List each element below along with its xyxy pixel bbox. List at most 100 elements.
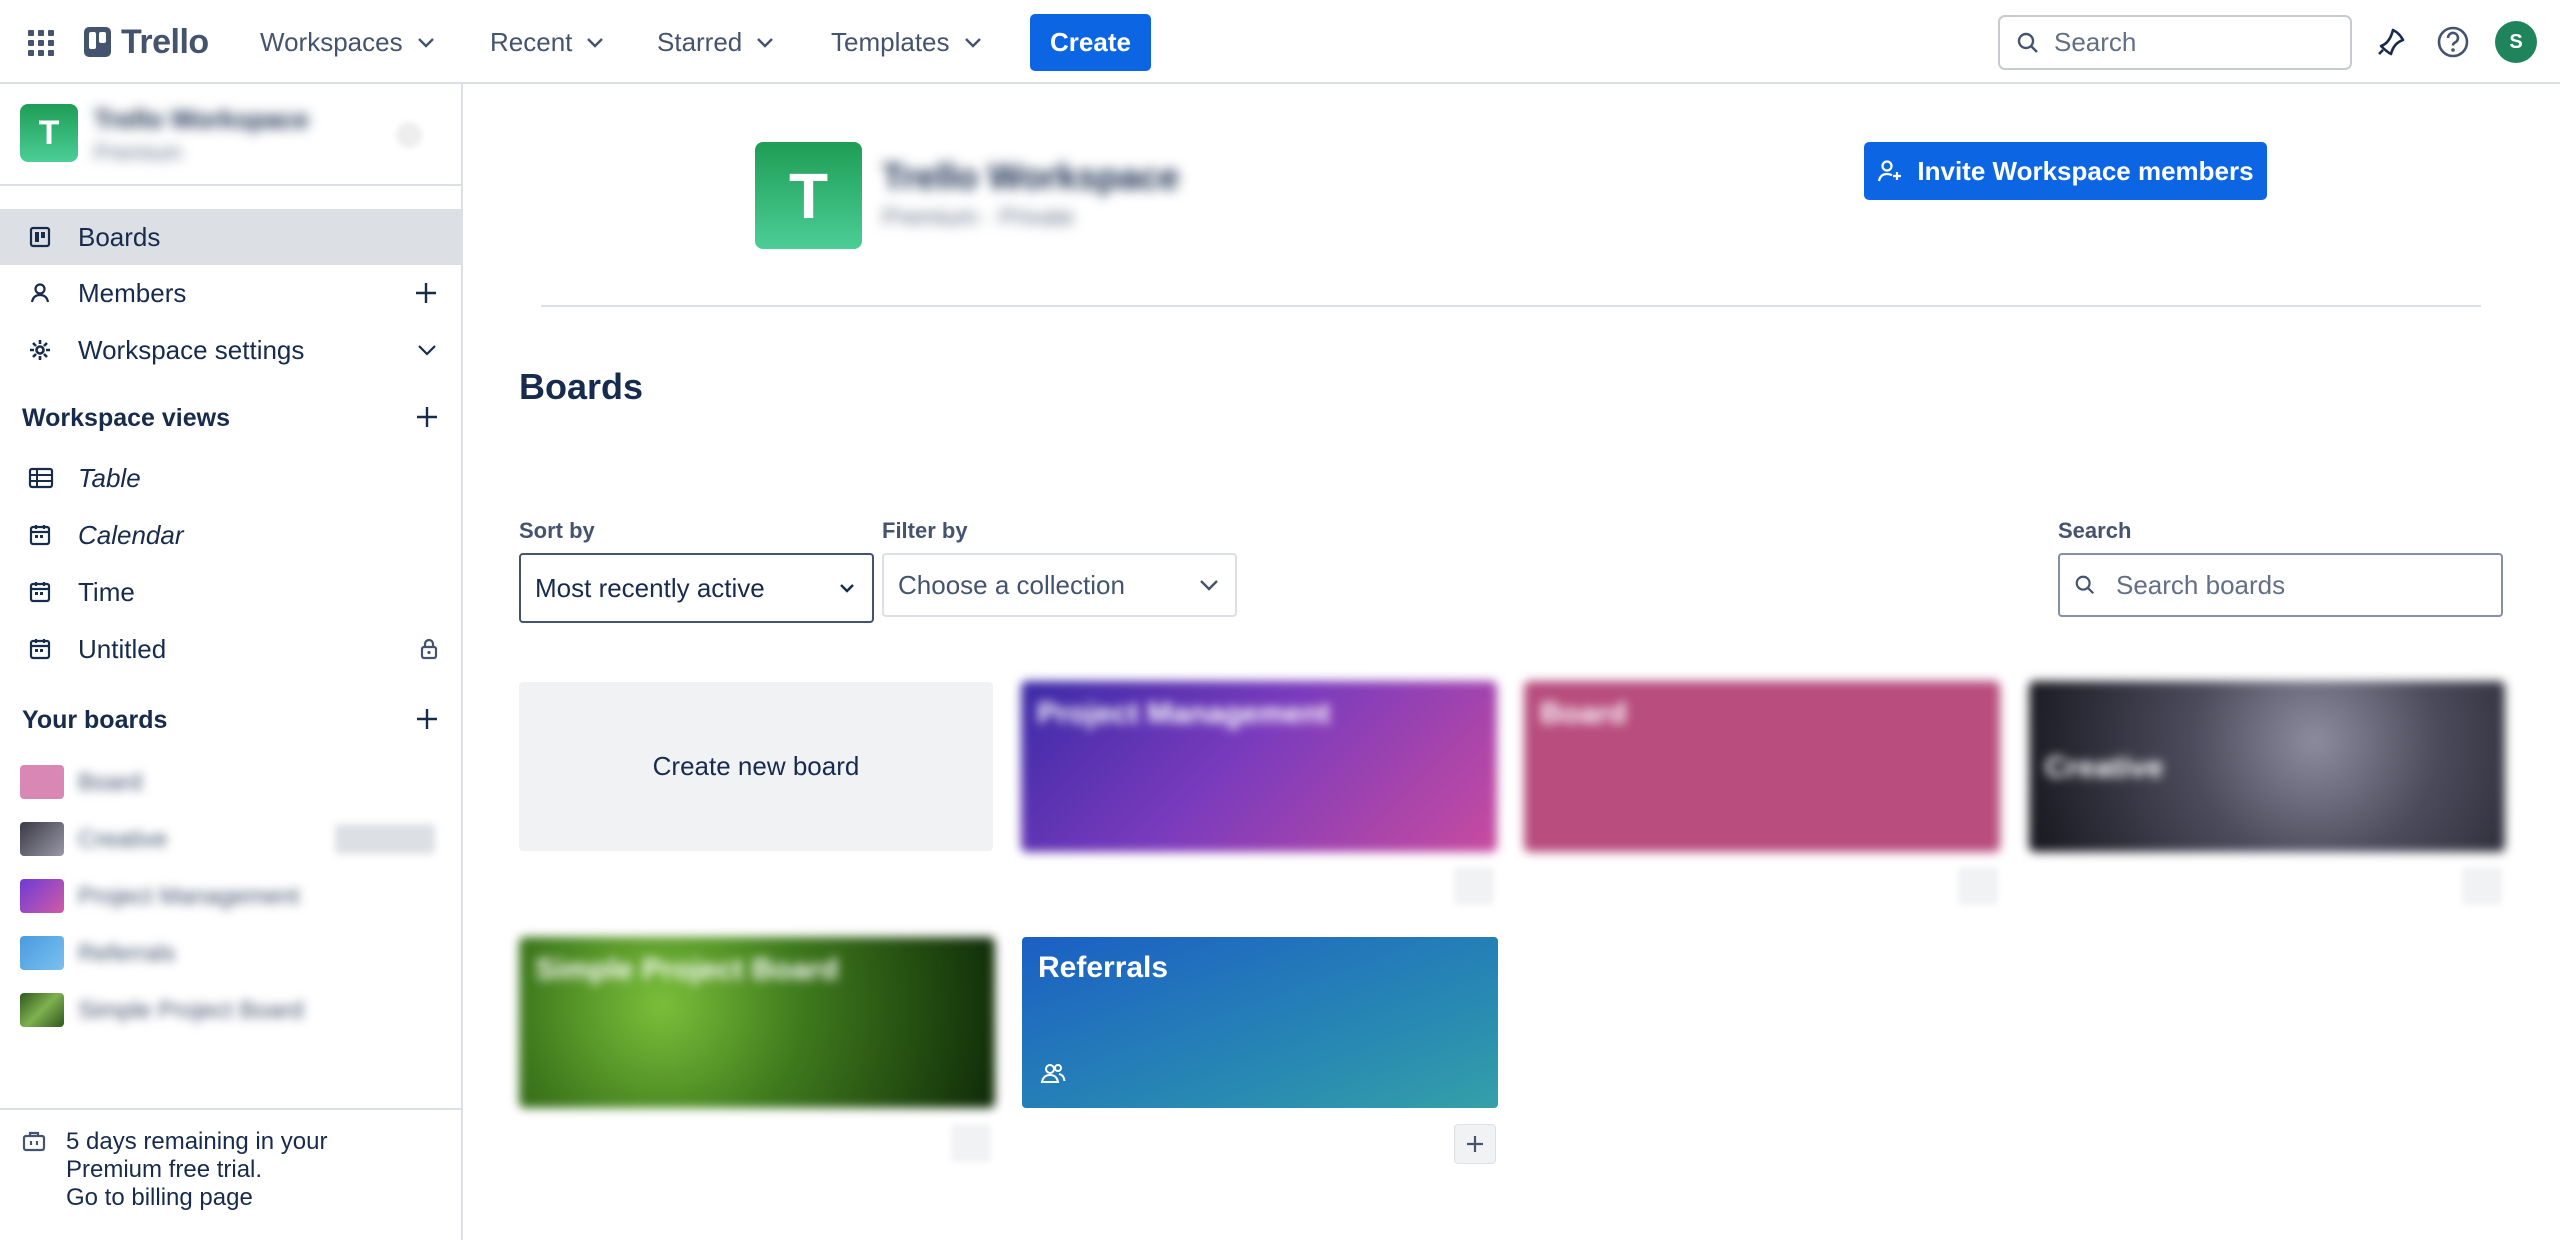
board-thumbnail <box>20 936 64 970</box>
board-card[interactable]: Board <box>1524 681 2000 852</box>
trello-logo[interactable]: Trello <box>84 22 209 61</box>
workspace-avatar-large: T <box>755 142 862 249</box>
search-icon <box>2075 575 2095 595</box>
sidebar-item-label: Table <box>78 462 141 493</box>
help-icon[interactable] <box>2435 24 2471 60</box>
workspace-title[interactable]: Trello Workspace <box>882 156 1179 198</box>
invite-members-button[interactable]: Invite Workspace members <box>1864 142 2267 200</box>
sidebar-item-label: Members <box>78 277 187 308</box>
sort-select[interactable]: Most recently active <box>519 553 874 623</box>
chevron-down-icon <box>587 38 604 48</box>
sidebar-board-label: Project Management <box>78 883 300 910</box>
trial-text-line1: 5 days remaining in your <box>66 1128 328 1155</box>
board-card-title: Simple Project Board <box>535 953 839 986</box>
add-to-collection-button[interactable] <box>1454 1124 1496 1164</box>
workspace-name: Trello Workspace <box>94 104 309 134</box>
header-search-placeholder: Search <box>2054 27 2137 57</box>
sidebar-item-label: Untitled <box>78 633 167 664</box>
chevron-down-icon <box>417 38 434 48</box>
sidebar-item-boards[interactable]: Boards <box>0 209 461 265</box>
sort-label: Sort by <box>519 518 595 543</box>
add-member-plus-icon[interactable] <box>413 280 439 306</box>
board-thumbnail <box>20 879 64 913</box>
chevron-down-icon <box>757 38 774 48</box>
board-search-placeholder: Search boards <box>2116 569 2286 600</box>
calendar-icon <box>28 523 52 547</box>
nav-starred-label: Starred <box>657 26 743 57</box>
sidebar-item-label: Boards <box>78 221 161 252</box>
trello-logo-icon <box>84 27 111 57</box>
workspace-subtitle: Premium · Private <box>882 204 1075 231</box>
add-board-plus-icon[interactable] <box>414 706 440 732</box>
nav-workspaces[interactable]: Workspaces <box>260 20 437 64</box>
trello-logo-text: Trello <box>121 22 209 61</box>
star-board-icon[interactable] <box>951 1124 991 1162</box>
board-card[interactable]: Project Management <box>1021 681 1497 852</box>
notifications-icon[interactable] <box>2373 24 2409 60</box>
chevron-down-icon <box>840 584 854 593</box>
sidebar-view-untitled[interactable]: Untitled <box>0 621 461 677</box>
nav-workspaces-label: Workspaces <box>260 26 403 57</box>
sidebar-item-label: Time <box>78 576 135 607</box>
board-card-title: Creative <box>2045 751 2164 784</box>
workspace-avatar[interactable]: T <box>20 104 78 162</box>
nav-recent[interactable]: Recent <box>490 20 606 64</box>
nav-starred[interactable]: Starred <box>657 20 776 64</box>
top-header: Trello Workspaces Recent Starred Templat… <box>0 0 2560 84</box>
filter-select[interactable]: Choose a collection <box>882 553 1237 617</box>
nav-recent-label: Recent <box>490 26 573 57</box>
your-boards-heading: Your boards <box>22 706 168 734</box>
search-icon <box>2017 32 2038 53</box>
add-view-plus-icon[interactable] <box>414 404 440 430</box>
board-card-title: Board <box>1540 697 1627 730</box>
sidebar: T Trello Workspace Premium Boards Member… <box>0 84 463 1240</box>
app-switcher-icon[interactable] <box>26 28 56 58</box>
user-avatar[interactable]: S <box>2495 21 2537 63</box>
filter-label: Filter by <box>882 518 968 543</box>
invite-members-label: Invite Workspace members <box>1917 155 2254 186</box>
header-search-input[interactable]: Search <box>1998 15 2352 70</box>
board-card[interactable]: Simple Project Board <box>519 937 995 1108</box>
nav-templates[interactable]: Templates <box>831 20 984 64</box>
create-new-board-tile[interactable]: Create new board <box>519 682 993 851</box>
add-person-icon <box>1878 160 1902 182</box>
table-icon <box>28 467 54 489</box>
board-card-title: Project Management <box>1037 697 1331 730</box>
star-board-icon[interactable] <box>2462 867 2502 905</box>
collapse-sidebar-icon[interactable] <box>396 122 422 148</box>
chevron-down-icon <box>964 38 981 48</box>
board-card-title: Referrals <box>1038 951 1169 984</box>
trial-text-line2: Premium free trial. <box>66 1156 263 1183</box>
board-card-referrals[interactable]: Referrals <box>1022 937 1498 1108</box>
chevron-down-icon <box>1200 580 1218 591</box>
person-icon <box>28 281 52 305</box>
board-search-input[interactable]: Search boards <box>2058 553 2503 617</box>
create-button[interactable]: Create <box>1030 14 1151 71</box>
sidebar-board-label: Referrals <box>78 940 176 967</box>
sidebar-board-label: Creative <box>78 826 168 853</box>
board-search-label: Search <box>2058 518 2132 543</box>
sidebar-view-time[interactable]: Time <box>0 564 461 620</box>
workspace-visible-icon <box>1040 1061 1066 1085</box>
star-board-icon[interactable] <box>1454 867 1494 905</box>
sidebar-workspace-header: T Trello Workspace Premium <box>0 84 461 186</box>
star-board-icon[interactable] <box>1958 867 1998 905</box>
board-card[interactable]: Creative <box>2029 681 2505 852</box>
sidebar-board-label: Simple Project Board <box>78 997 304 1024</box>
sidebar-board-label: Board <box>78 769 143 796</box>
billing-link[interactable]: Go to billing page <box>66 1184 253 1212</box>
header-divider <box>541 305 2481 307</box>
workspace-views-heading: Workspace views <box>22 404 230 432</box>
chevron-down-icon[interactable] <box>415 338 439 362</box>
sidebar-view-table[interactable]: Table <box>0 450 461 506</box>
board-thumbnail <box>20 765 64 799</box>
page-title: Boards <box>519 366 644 407</box>
sidebar-view-calendar[interactable]: Calendar <box>0 507 461 563</box>
sidebar-item-label: Workspace settings <box>78 334 305 365</box>
board-thumbnail <box>20 822 64 856</box>
gear-icon <box>28 338 52 362</box>
sidebar-item-members[interactable]: Members <box>0 265 461 321</box>
board-badge <box>335 824 435 854</box>
sidebar-item-workspace-settings[interactable]: Workspace settings <box>0 322 461 378</box>
briefcase-icon <box>22 1130 46 1152</box>
